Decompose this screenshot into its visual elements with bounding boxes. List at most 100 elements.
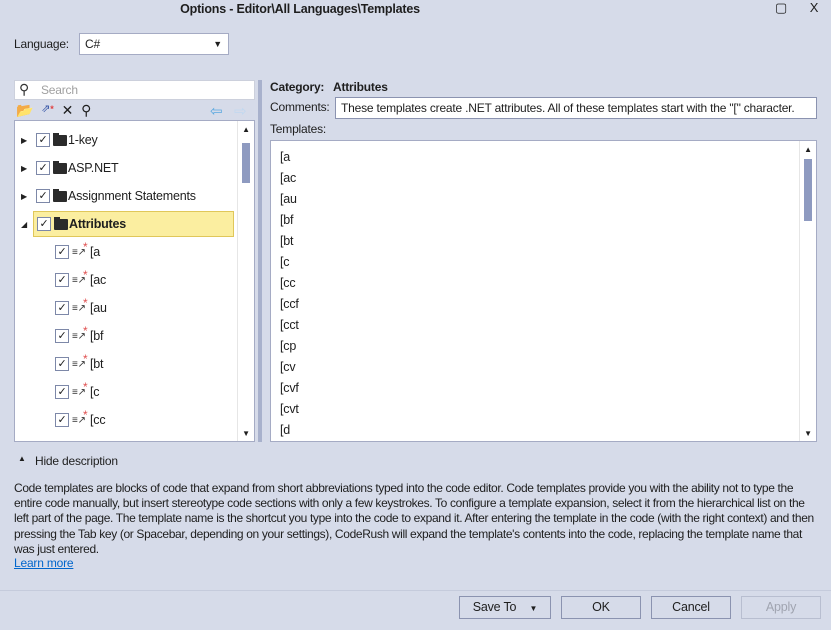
tree-toolbar: 📂 ⇗* ✕ ⚲ <box>16 102 91 120</box>
hide-description-toggle[interactable]: Hide description <box>35 454 118 468</box>
tree-scrollbar[interactable]: ▲ ▼ <box>237 121 254 441</box>
new-folder-icon[interactable]: 📂 <box>16 102 33 120</box>
scroll-down-icon[interactable]: ▼ <box>238 429 254 438</box>
template-item[interactable]: [au <box>280 192 297 206</box>
templates-list[interactable]: ▲ ▼ [a [ac [au [bf [bt [c [cc [ccf [cct [cp [cv [cvf… <box>270 140 817 442</box>
templates-scrollbar[interactable]: ▲ ▼ <box>799 141 816 441</box>
save-to-label: Save To <box>472 600 517 614</box>
template-item[interactable]: [bf <box>280 213 294 227</box>
comments-label: Comments: <box>270 100 330 114</box>
back-arrow-icon[interactable]: ⇦ <box>210 102 223 120</box>
category-label: Category: <box>270 80 325 94</box>
apply-button[interactable]: Apply <box>741 596 821 619</box>
folder-icon <box>53 160 67 174</box>
language-select[interactable]: C# ▼ <box>79 33 229 55</box>
template-icon: ≡↗ * <box>72 239 88 258</box>
find-icon[interactable]: ⚲ <box>81 102 91 120</box>
template-label: [bf <box>90 329 104 343</box>
tree-category[interactable]: ▶ ✓ ASP.NET <box>21 155 122 181</box>
checkbox[interactable]: ✓ <box>55 301 69 315</box>
template-label: [c <box>90 385 100 399</box>
template-icon: ≡↗ * <box>72 295 88 314</box>
template-item[interactable]: [a <box>280 150 290 164</box>
new-template-icon[interactable]: ⇗* <box>41 102 54 120</box>
template-tree[interactable]: ▲ ▼ ▶ ✓ 1-key ▶ ✓ ASP.NET ▶ ✓ Assignment St… <box>14 120 255 442</box>
search-input[interactable]: ⚲ Search <box>14 80 255 100</box>
folder-icon <box>53 132 67 146</box>
close-button[interactable]: X <box>803 0 825 18</box>
scroll-thumb[interactable] <box>242 143 250 183</box>
category-value: Attributes <box>333 80 388 94</box>
checkbox[interactable]: ✓ <box>37 217 51 231</box>
tree-template-item[interactable]: ✓ ≡↗ * [ac <box>55 267 106 293</box>
comments-field[interactable]: These templates create .NET attributes. … <box>335 97 817 119</box>
template-icon: ≡↗ * <box>72 379 88 398</box>
checkbox[interactable]: ✓ <box>55 273 69 287</box>
maximize-icon[interactable]: ▢ <box>770 0 792 18</box>
template-item[interactable]: [ccf <box>280 297 299 311</box>
save-to-button[interactable]: Save To ▼ <box>459 596 551 619</box>
window-title: Options - Editor\All Languages\Templates <box>180 2 420 16</box>
checkbox[interactable]: ✓ <box>55 385 69 399</box>
collapse-icon[interactable]: ▲ <box>18 454 26 463</box>
template-item[interactable]: [bt <box>280 234 294 248</box>
search-icon: ⚲ <box>19 81 30 97</box>
collapse-icon[interactable]: ◢ <box>21 220 33 229</box>
template-item[interactable]: [ac <box>280 171 296 185</box>
template-item[interactable]: [cct <box>280 318 299 332</box>
tree-template-item[interactable]: ✓ ≡↗ * [bt <box>55 351 104 377</box>
scroll-up-icon[interactable]: ▲ <box>800 145 816 154</box>
learn-more-link[interactable]: Learn more <box>14 556 74 570</box>
chevron-down-icon: ▼ <box>529 604 538 613</box>
category-label: Assignment Statements <box>68 189 196 203</box>
scroll-up-icon[interactable]: ▲ <box>238 125 254 134</box>
template-item[interactable]: [c <box>280 255 290 269</box>
template-label: [ac <box>90 273 107 287</box>
ok-button[interactable]: OK <box>561 596 641 619</box>
checkbox[interactable]: ✓ <box>55 413 69 427</box>
tree-template-item[interactable]: ✓ ≡↗ * [c <box>55 379 100 405</box>
cancel-button[interactable]: Cancel <box>651 596 731 619</box>
scroll-thumb[interactable] <box>804 159 812 221</box>
description-text: Code templates are blocks of code that e… <box>14 481 814 556</box>
template-item[interactable]: [cvt <box>280 402 299 416</box>
tree-template-item[interactable]: ✓ ≡↗ * [cc <box>55 407 106 433</box>
language-value: C# <box>85 37 100 51</box>
template-label: [a <box>90 245 101 259</box>
expand-icon[interactable]: ▶ <box>21 192 33 201</box>
template-icon: ≡↗ * <box>72 351 88 370</box>
tree-category[interactable]: ▶ ✓ 1-key <box>21 127 102 153</box>
template-item[interactable]: [d <box>280 423 290 437</box>
expand-icon[interactable]: ▶ <box>21 136 33 145</box>
forward-arrow-icon[interactable]: ⇨ <box>234 102 247 120</box>
checkbox[interactable]: ✓ <box>36 133 50 147</box>
template-item[interactable]: [cp <box>280 339 296 353</box>
category-label: ASP.NET <box>68 161 119 175</box>
expand-icon[interactable]: ▶ <box>21 164 33 173</box>
category-label: Attributes <box>69 217 127 231</box>
tree-template-item[interactable]: ✓ ≡↗ * [a <box>55 239 100 265</box>
templates-label: Templates: <box>270 122 327 136</box>
open-folder-icon <box>54 216 68 230</box>
delete-icon[interactable]: ✕ <box>62 102 74 120</box>
checkbox[interactable]: ✓ <box>36 161 50 175</box>
scroll-down-icon[interactable]: ▼ <box>800 429 816 438</box>
category-label: 1-key <box>68 133 98 147</box>
checkbox[interactable]: ✓ <box>55 329 69 343</box>
tree-category[interactable]: ▶ ✓ Assignment Statements <box>21 183 200 209</box>
splitter[interactable] <box>258 80 262 442</box>
template-icon: ≡↗ * <box>72 407 88 426</box>
search-placeholder: Search <box>41 83 78 97</box>
template-item[interactable]: [cv <box>280 360 296 374</box>
language-label: Language: <box>14 37 69 51</box>
checkbox[interactable]: ✓ <box>55 245 69 259</box>
template-item[interactable]: [cc <box>280 276 296 290</box>
checkbox[interactable]: ✓ <box>55 357 69 371</box>
tree-template-item[interactable]: ✓ ≡↗ * [bf <box>55 323 104 349</box>
template-icon: ≡↗ * <box>72 267 88 286</box>
template-item[interactable]: [cvf <box>280 381 299 395</box>
tree-template-item[interactable]: ✓ ≡↗ * [au <box>55 295 107 321</box>
tree-category[interactable]: ◢ ✓ Attributes <box>21 211 234 237</box>
checkbox[interactable]: ✓ <box>36 189 50 203</box>
divider <box>0 590 831 591</box>
